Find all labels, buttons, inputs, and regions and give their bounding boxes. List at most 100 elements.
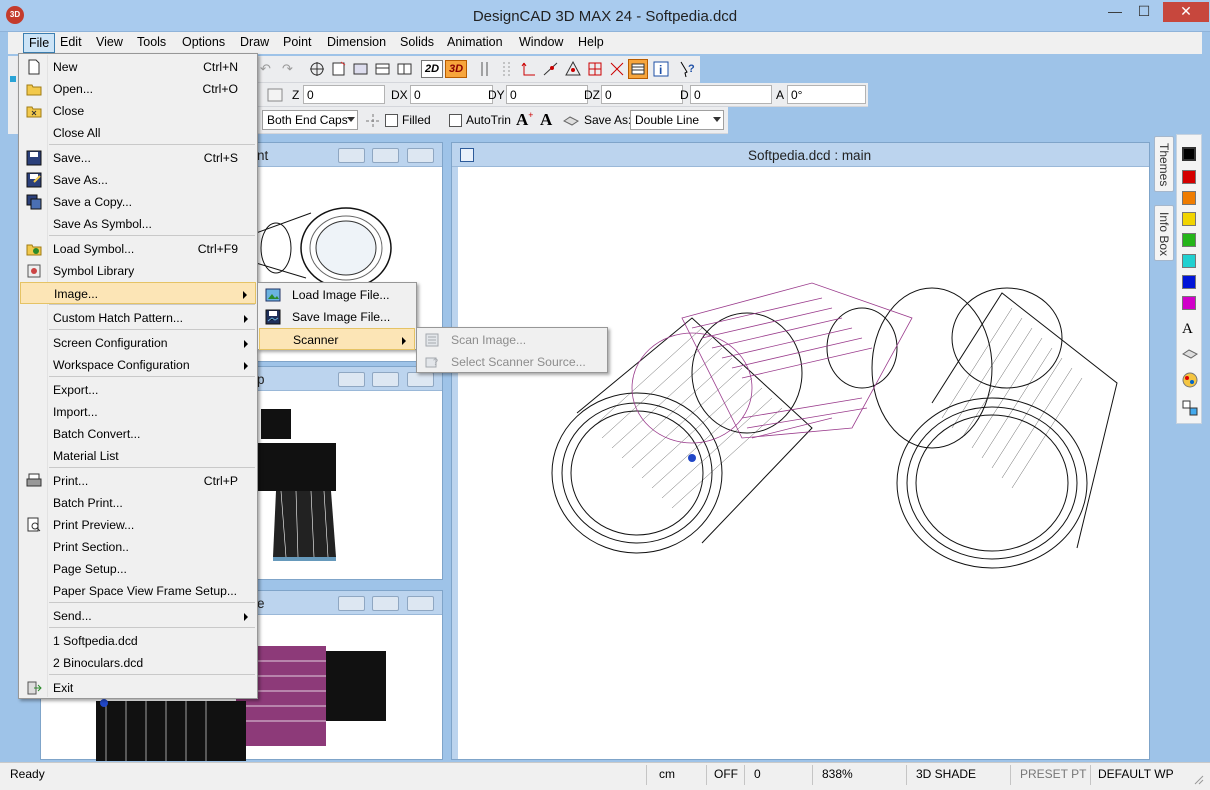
menu-select-scanner-source[interactable]: ? Select Scanner Source... [418, 351, 606, 373]
menu-file[interactable]: File [23, 33, 56, 53]
menu-item-custom-hatch-pattern[interactable]: Custom Hatch Pattern... [20, 307, 256, 329]
maximize-view-button[interactable] [372, 148, 399, 163]
binoculars-3d-model[interactable] [532, 278, 1132, 578]
minimize-view-button[interactable] [338, 148, 365, 163]
status-snap[interactable]: OFF [714, 767, 738, 781]
layer-toggle-icon[interactable] [628, 59, 648, 79]
menu-draw[interactable]: Draw [240, 35, 269, 49]
menu-view[interactable]: View [96, 35, 123, 49]
triangle-snap-icon[interactable] [564, 60, 582, 78]
tool-icon[interactable] [10, 76, 16, 82]
menu-item-exit[interactable]: Exit [20, 677, 256, 699]
close-view-button[interactable] [407, 372, 434, 387]
menu-load-image-file[interactable]: Load Image File... [259, 284, 415, 306]
mode-3d-button[interactable]: 3D [445, 60, 467, 78]
maximize-view-button[interactable] [372, 372, 399, 387]
undo-icon[interactable]: ↶ [260, 61, 278, 79]
a-field[interactable]: 0° [787, 85, 866, 104]
menu-item-1-softpedia-dcd[interactable]: 1 Softpedia.dcd [20, 630, 256, 652]
menu-save-image-file[interactable]: Save Image File... [259, 306, 415, 328]
parallel-icon[interactable] [476, 60, 494, 78]
menu-animation[interactable]: Animation [447, 35, 503, 49]
group-palette-icon[interactable] [1181, 399, 1199, 420]
paint-icon[interactable] [1181, 371, 1199, 392]
minimize-view-button[interactable] [338, 372, 365, 387]
menu-item-image[interactable]: Image... [20, 282, 256, 304]
themes-tab[interactable]: Themes [1154, 136, 1174, 192]
mode-2d-button[interactable]: 2D [421, 60, 443, 78]
menu-item-material-list[interactable]: Material List [20, 445, 256, 467]
line-style-icon[interactable] [1181, 347, 1199, 364]
menu-item-batch-print[interactable]: Batch Print... [20, 492, 256, 514]
color-swatch-orange[interactable] [1182, 191, 1196, 205]
pan-icon[interactable] [308, 60, 326, 78]
resize-grip-icon[interactable] [1192, 773, 1204, 785]
menu-item-new[interactable]: New Ctrl+N [20, 56, 256, 78]
z-field[interactable]: 0 [303, 85, 385, 104]
menu-dimension[interactable]: Dimension [327, 35, 386, 49]
menu-item-send[interactable]: Send... [20, 605, 256, 627]
main-view-window[interactable]: Softpedia.dcd : main [451, 142, 1150, 760]
menu-item-close[interactable]: Close [20, 100, 256, 122]
minimize-button[interactable]: — [1102, 2, 1128, 22]
menu-window[interactable]: Window [519, 35, 563, 49]
color-swatch-black[interactable] [1182, 147, 1196, 161]
axis-icon[interactable] [520, 60, 538, 78]
close-view-button[interactable] [407, 596, 434, 611]
redo-icon[interactable]: ↷ [282, 61, 300, 79]
menu-item-print[interactable]: Print... Ctrl+P [20, 470, 256, 492]
status-preset[interactable]: PRESET PT [1020, 767, 1086, 781]
close-view-button[interactable] [407, 148, 434, 163]
document-icon[interactable] [460, 148, 474, 162]
menu-tools[interactable]: Tools [137, 35, 166, 49]
menu-item-import[interactable]: Import... [20, 401, 256, 423]
menu-item-print-section[interactable]: Print Section.. [20, 536, 256, 558]
view-layout-icon[interactable] [374, 60, 392, 78]
menu-item-save[interactable]: Save... Ctrl+S [20, 147, 256, 169]
filled-checkbox[interactable] [385, 114, 398, 127]
text-tool-icon[interactable]: A [1182, 321, 1193, 338]
context-help-icon[interactable]: ? [678, 60, 696, 78]
menu-point[interactable]: Point [283, 35, 312, 49]
perpendicular-icon[interactable] [498, 60, 516, 78]
color-swatch-magenta[interactable] [1182, 296, 1196, 310]
close-button[interactable]: ✕ [1163, 2, 1209, 22]
dz-field[interactable]: 0 [601, 85, 683, 104]
info-icon[interactable]: i [652, 60, 670, 78]
grid-snap-icon[interactable] [586, 60, 604, 78]
view-arrange-icon[interactable] [396, 60, 414, 78]
menu-item-paper-space-view-frame-setup[interactable]: Paper Space View Frame Setup... [20, 580, 256, 602]
color-swatch-green[interactable] [1182, 233, 1196, 247]
menu-item-print-preview[interactable]: Print Preview... [20, 514, 256, 536]
menu-item-2-binoculars-dcd[interactable]: 2 Binoculars.dcd [20, 652, 256, 674]
text-style-icon[interactable]: A [540, 110, 558, 129]
menu-item-workspace-configuration[interactable]: Workspace Configuration [20, 354, 256, 376]
menu-help[interactable]: Help [578, 35, 604, 49]
menu-item-symbol-library[interactable]: Symbol Library [20, 260, 256, 282]
new-view-icon[interactable] [330, 60, 348, 78]
color-swatch-yellow[interactable] [1182, 212, 1196, 226]
info-box-tab[interactable]: Info Box [1154, 205, 1174, 261]
menu-edit[interactable]: Edit [60, 35, 82, 49]
maximize-button[interactable]: ☐ [1130, 2, 1158, 22]
color-swatch-cyan[interactable] [1182, 254, 1196, 268]
intersect-icon[interactable] [608, 60, 626, 78]
color-swatch-blue[interactable] [1182, 275, 1196, 289]
text-increase-icon[interactable]: A+ [516, 110, 534, 129]
maximize-view-button[interactable] [372, 596, 399, 611]
save-as-combo[interactable]: Double Line [630, 110, 724, 130]
menu-options[interactable]: Options [182, 35, 225, 49]
menu-item-load-symbol[interactable]: Load Symbol... Ctrl+F9 [20, 238, 256, 260]
line-gap-icon[interactable] [364, 112, 382, 130]
menu-item-save-as-symbol[interactable]: Save As Symbol... [20, 213, 256, 235]
menu-item-open[interactable]: Open... Ctrl+O [20, 78, 256, 100]
end-caps-combo[interactable]: Both End Caps [262, 110, 358, 130]
status-shade[interactable]: 3D SHADE [916, 767, 976, 781]
autotrim-checkbox[interactable] [449, 114, 462, 127]
menu-solids[interactable]: Solids [400, 35, 434, 49]
color-swatch-red[interactable] [1182, 170, 1196, 184]
status-workplane[interactable]: DEFAULT WP [1098, 767, 1174, 781]
menu-item-screen-configuration[interactable]: Screen Configuration [20, 332, 256, 354]
menu-item-export[interactable]: Export... [20, 379, 256, 401]
menu-item-save-a-copy[interactable]: Save a Copy... [20, 191, 256, 213]
